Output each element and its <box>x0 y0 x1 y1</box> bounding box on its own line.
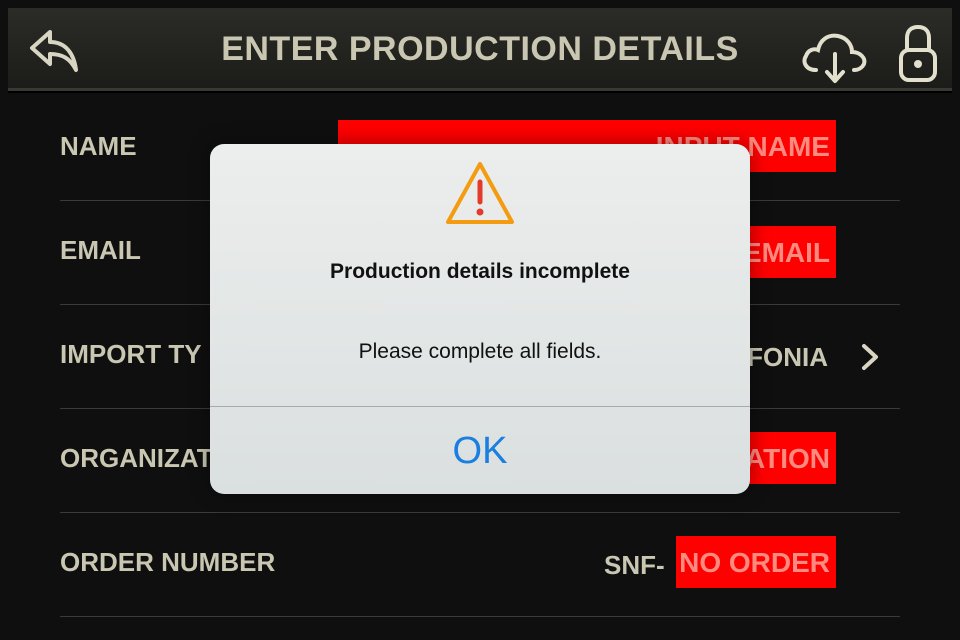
warning-triangle-icon <box>446 162 514 224</box>
ok-button[interactable]: OK <box>210 407 750 494</box>
dialog-message: Please complete all fields. <box>358 340 602 363</box>
alert-dialog: Production details incomplete Please com… <box>210 144 750 494</box>
dialog-title: Production details incomplete <box>330 260 630 283</box>
